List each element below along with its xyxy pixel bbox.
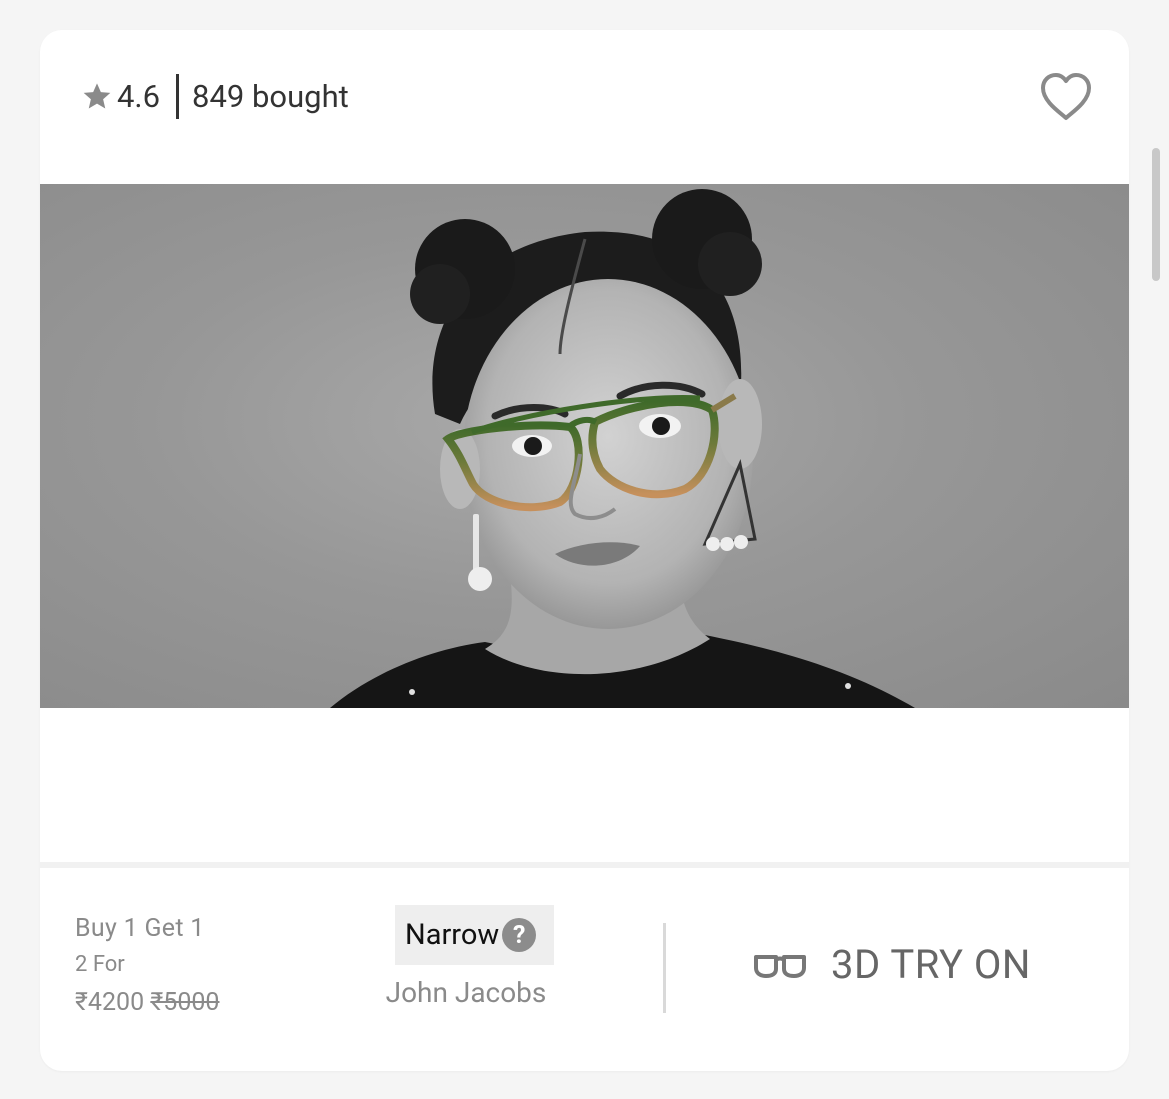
offer-price-row: ₹4200 ₹5000 (75, 984, 219, 1022)
offer-subtitle: 2 For (75, 952, 125, 977)
original-price: ₹5000 (150, 988, 220, 1017)
rating-value: 4.6 (117, 77, 161, 115)
product-card[interactable]: 4.6 849 bought Buy 1 Get 1 2 For ₹4200 ₹… (40, 30, 1129, 1071)
product-details: Buy 1 Get 1 2 For ₹4200 ₹5000 Narrow ? J… (40, 868, 1129, 1071)
offer-price: ₹4200 (75, 988, 145, 1017)
model-wearing-glasses (330, 189, 915, 708)
rating-divider (176, 73, 180, 119)
scrollbar-thumb[interactable] (1152, 148, 1160, 281)
vertical-divider (663, 923, 666, 1013)
frame-fit-badge[interactable]: Narrow ? (395, 905, 554, 965)
brand-name: John Jacobs (385, 976, 547, 1009)
frame-fit-label: Narrow (405, 918, 500, 952)
star-icon (83, 83, 111, 109)
heart-icon[interactable] (1039, 72, 1093, 122)
question-mark-icon[interactable]: ? (502, 918, 537, 952)
offer-block: Buy 1 Get 1 2 For ₹4200 ₹5000 (75, 912, 219, 1022)
3d-try-on-button[interactable]: 3D TRY ON (753, 941, 1031, 988)
offer-title: Buy 1 Get 1 (75, 914, 205, 943)
rating-summary: 4.6 849 bought (81, 73, 349, 119)
try-on-label: 3D TRY ON (831, 941, 1031, 988)
card-header: 4.6 849 bought (40, 30, 1129, 180)
bought-count: 849 bought (192, 77, 349, 115)
product-image[interactable] (40, 184, 1129, 708)
glasses-icon (754, 954, 806, 978)
